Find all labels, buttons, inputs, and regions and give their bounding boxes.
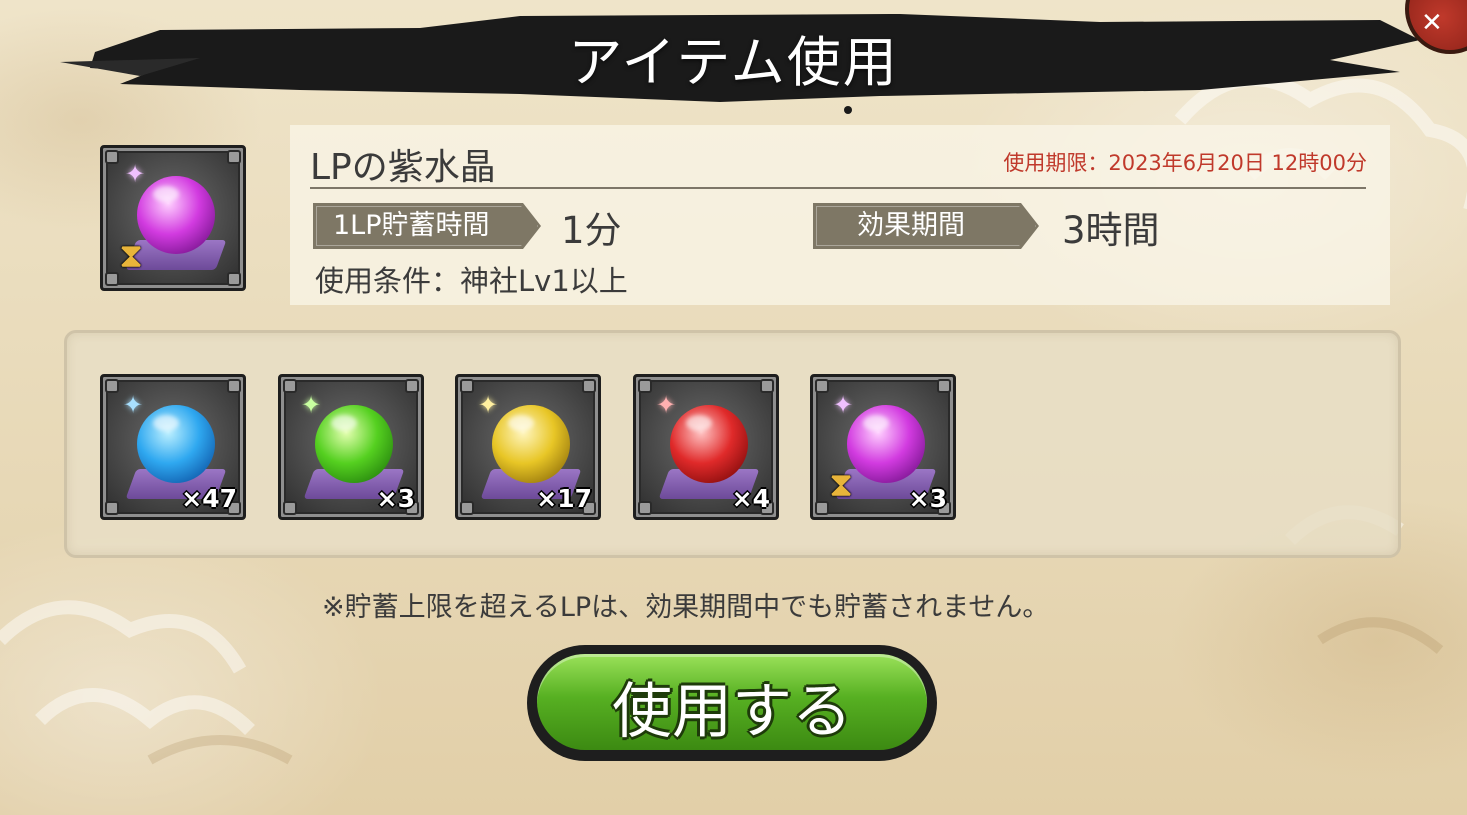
lp-time-value: 1分 (561, 209, 622, 252)
sparkle-icon: ✦ (656, 391, 677, 419)
item-quantity: ×4 (731, 484, 770, 513)
selected-item-icon: ✦ ⧗ (100, 145, 246, 291)
frame-corner (638, 501, 652, 515)
frame-corner (283, 501, 297, 515)
frame-corner (227, 379, 241, 393)
sparkle-icon: ✦ (125, 160, 146, 188)
sparkle-icon: ✦ (478, 391, 499, 419)
frame-corner (582, 379, 596, 393)
green-crystal-icon (315, 405, 393, 483)
title-banner: アイテム使用 (0, 0, 1467, 115)
hourglass-icon: ⧗ (119, 236, 143, 276)
frame-corner (105, 501, 119, 515)
red-crystal-icon (670, 405, 748, 483)
divider (310, 187, 1366, 189)
effect-period-label: 効果期間 (813, 203, 1039, 249)
item-quantity: ×47 (181, 484, 237, 513)
inventory-item-blue[interactable]: ✦ ×47 (100, 374, 246, 520)
use-condition: 使用条件：神社Lv1以上 (315, 264, 628, 298)
purple-crystal-icon (137, 176, 215, 254)
sparkle-icon: ✦ (301, 391, 322, 419)
inventory-item-green[interactable]: ✦ ×3 (278, 374, 424, 520)
frame-corner (937, 379, 951, 393)
frame-corner (227, 150, 241, 164)
item-quantity: ×17 (536, 484, 592, 513)
use-button[interactable]: 使用する (527, 645, 937, 761)
frame-corner (227, 272, 241, 286)
frame-corner (105, 150, 119, 164)
lp-cap-note: ※貯蓄上限を超えるLPは、効果期間中でも貯蓄されません。 (322, 592, 1050, 623)
yellow-crystal-icon (492, 405, 570, 483)
expiry-date: 使用期限：2023年6月20日 12時00分 (1003, 151, 1367, 175)
close-icon: ✕ (1421, 8, 1443, 38)
frame-corner (760, 379, 774, 393)
item-quantity: ×3 (376, 484, 415, 513)
item-name: LPの紫水晶 (310, 147, 496, 188)
item-quantity: ×3 (908, 484, 947, 513)
blue-crystal-icon (137, 405, 215, 483)
lp-time-label: 1LP貯蓄時間 (313, 203, 541, 249)
frame-corner (460, 501, 474, 515)
sparkle-icon: ✦ (833, 391, 854, 419)
inventory-item-yellow[interactable]: ✦ ×17 (455, 374, 601, 520)
frame-corner (405, 379, 419, 393)
frame-corner (815, 379, 829, 393)
sparkle-icon: ✦ (123, 391, 144, 419)
inventory-item-purple[interactable]: ✦ ⧗ ×3 (810, 374, 956, 520)
frame-corner (460, 379, 474, 393)
use-button-label: 使用する (612, 677, 852, 747)
page-title: アイテム使用 (568, 31, 899, 94)
frame-corner (638, 379, 652, 393)
hourglass-icon: ⧗ (829, 465, 853, 505)
effect-period-value: 3時間 (1062, 209, 1160, 252)
frame-corner (105, 379, 119, 393)
purple-crystal-icon (847, 405, 925, 483)
inventory-item-red[interactable]: ✦ ×4 (633, 374, 779, 520)
frame-corner (283, 379, 297, 393)
